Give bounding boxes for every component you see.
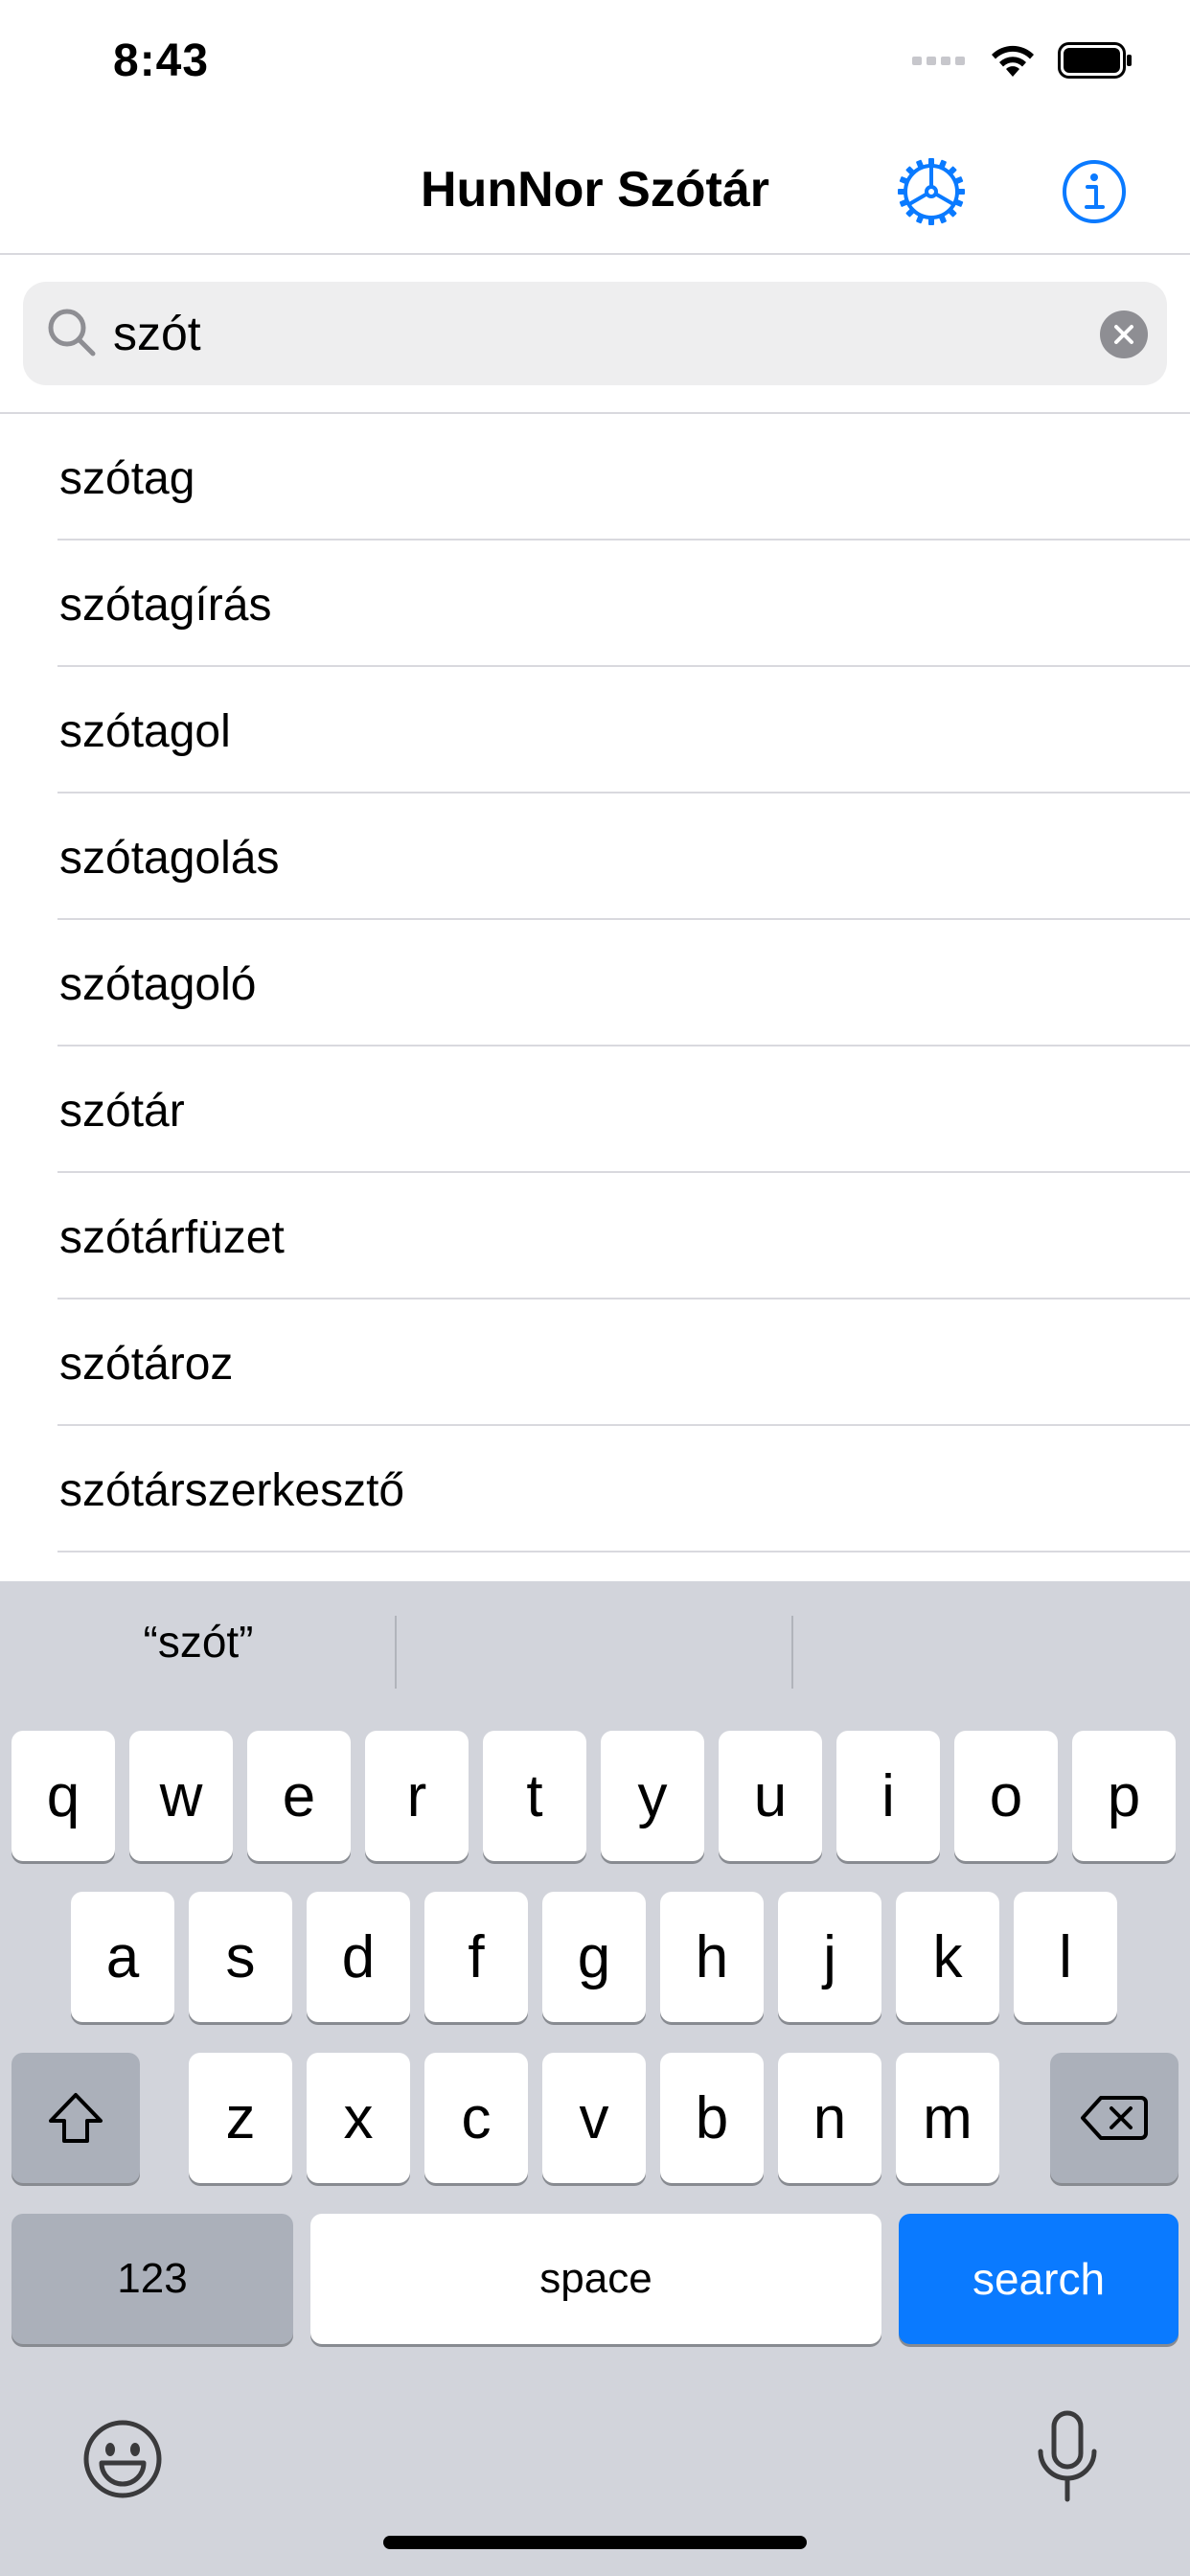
suggestion-divider: [791, 1616, 793, 1689]
info-icon: [1063, 160, 1126, 223]
backspace-icon: [1081, 2096, 1148, 2140]
status-bar: 8:43: [0, 0, 1190, 125]
list-item-label: szótárfüzet: [59, 1212, 285, 1263]
list-item-label: szótagírás: [59, 580, 272, 631]
key-b[interactable]: b: [660, 2053, 764, 2183]
key-a[interactable]: a: [71, 1892, 174, 2022]
key-v[interactable]: v: [542, 2053, 646, 2183]
key-w[interactable]: w: [129, 1731, 233, 1861]
home-indicator[interactable]: [383, 2536, 807, 2549]
list-item[interactable]: szótag: [0, 414, 1190, 540]
key-y[interactable]: y: [601, 1731, 704, 1861]
key-e[interactable]: e: [247, 1731, 351, 1861]
search-bar: [0, 255, 1190, 414]
microphone-icon: [1038, 2410, 1097, 2502]
list-item[interactable]: szótárfüzet: [0, 1173, 1190, 1300]
search-icon: [48, 309, 96, 356]
search-key[interactable]: search: [899, 2214, 1179, 2344]
clear-search-button[interactable]: [1100, 310, 1148, 358]
list-item-label: szótároz: [59, 1339, 234, 1390]
key-d[interactable]: d: [307, 1892, 410, 2022]
key-o[interactable]: o: [954, 1731, 1058, 1861]
suggestion-divider: [395, 1616, 397, 1689]
list-item[interactable]: szótagolás: [0, 794, 1190, 920]
list-item[interactable]: szótagol: [0, 667, 1190, 794]
key-c[interactable]: c: [424, 2053, 528, 2183]
key-z[interactable]: z: [189, 2053, 292, 2183]
status-icons: [912, 42, 1133, 79]
delete-key[interactable]: [1050, 2053, 1179, 2183]
key-s[interactable]: s: [189, 1892, 292, 2022]
navigation-bar: HunNor Szótár: [0, 125, 1190, 255]
status-time: 8:43: [113, 35, 210, 86]
key-r[interactable]: r: [365, 1731, 469, 1861]
close-icon: [1114, 325, 1133, 344]
battery-icon: [1058, 42, 1132, 79]
list-item-label: szótagolás: [59, 833, 280, 884]
list-item[interactable]: szótagírás: [0, 540, 1190, 667]
list-item[interactable]: szótárszerkesztő: [0, 1426, 1190, 1552]
key-x[interactable]: x: [307, 2053, 410, 2183]
numbers-key[interactable]: 123: [11, 2214, 293, 2344]
key-f[interactable]: f: [424, 1892, 528, 2022]
key-h[interactable]: h: [660, 1892, 764, 2022]
key-m[interactable]: m: [896, 2053, 999, 2183]
list-item-label: szótag: [59, 453, 195, 504]
search-input[interactable]: [113, 282, 1071, 385]
info-button[interactable]: [1056, 153, 1133, 230]
key-i[interactable]: i: [836, 1731, 940, 1861]
key-q[interactable]: q: [11, 1731, 115, 1861]
cellular-signal-icon: [912, 57, 965, 65]
key-k[interactable]: k: [896, 1892, 999, 2022]
page-title: HunNor Szótár: [421, 162, 769, 218]
gear-icon: [898, 158, 965, 225]
list-item-label: szótagol: [59, 706, 231, 757]
list-item-label: szótárszerkesztő: [59, 1465, 405, 1516]
search-field[interactable]: [23, 282, 1167, 385]
key-j[interactable]: j: [778, 1892, 881, 2022]
settings-button[interactable]: [893, 153, 970, 230]
keyboard: “szót” q w e r t y u i o p a s d f g h j…: [0, 1581, 1190, 2576]
space-key[interactable]: space: [310, 2214, 881, 2344]
shift-arrow-icon: [49, 2093, 103, 2143]
list-item[interactable]: szótagoló: [0, 920, 1190, 1046]
key-g[interactable]: g: [542, 1892, 646, 2022]
results-list: szótag szótagírás szótagol szótagolás sz…: [0, 414, 1190, 1552]
key-n[interactable]: n: [778, 2053, 881, 2183]
key-p[interactable]: p: [1072, 1731, 1176, 1861]
list-item-label: szótár: [59, 1086, 185, 1137]
emoji-icon: [83, 2420, 162, 2498]
shift-key[interactable]: [11, 2053, 140, 2183]
wifi-icon: [992, 45, 1034, 77]
key-u[interactable]: u: [719, 1731, 822, 1861]
key-t[interactable]: t: [483, 1731, 586, 1861]
list-item[interactable]: szótároz: [0, 1300, 1190, 1426]
list-item[interactable]: szótár: [0, 1046, 1190, 1173]
list-item-label: szótagoló: [59, 959, 257, 1010]
key-l[interactable]: l: [1014, 1892, 1117, 2022]
suggestion-1[interactable]: “szót”: [0, 1616, 397, 1668]
suggestion-bar: “szót”: [0, 1581, 1190, 1725]
emoji-button[interactable]: [80, 2417, 165, 2501]
dictation-button[interactable]: [1031, 2409, 1104, 2505]
